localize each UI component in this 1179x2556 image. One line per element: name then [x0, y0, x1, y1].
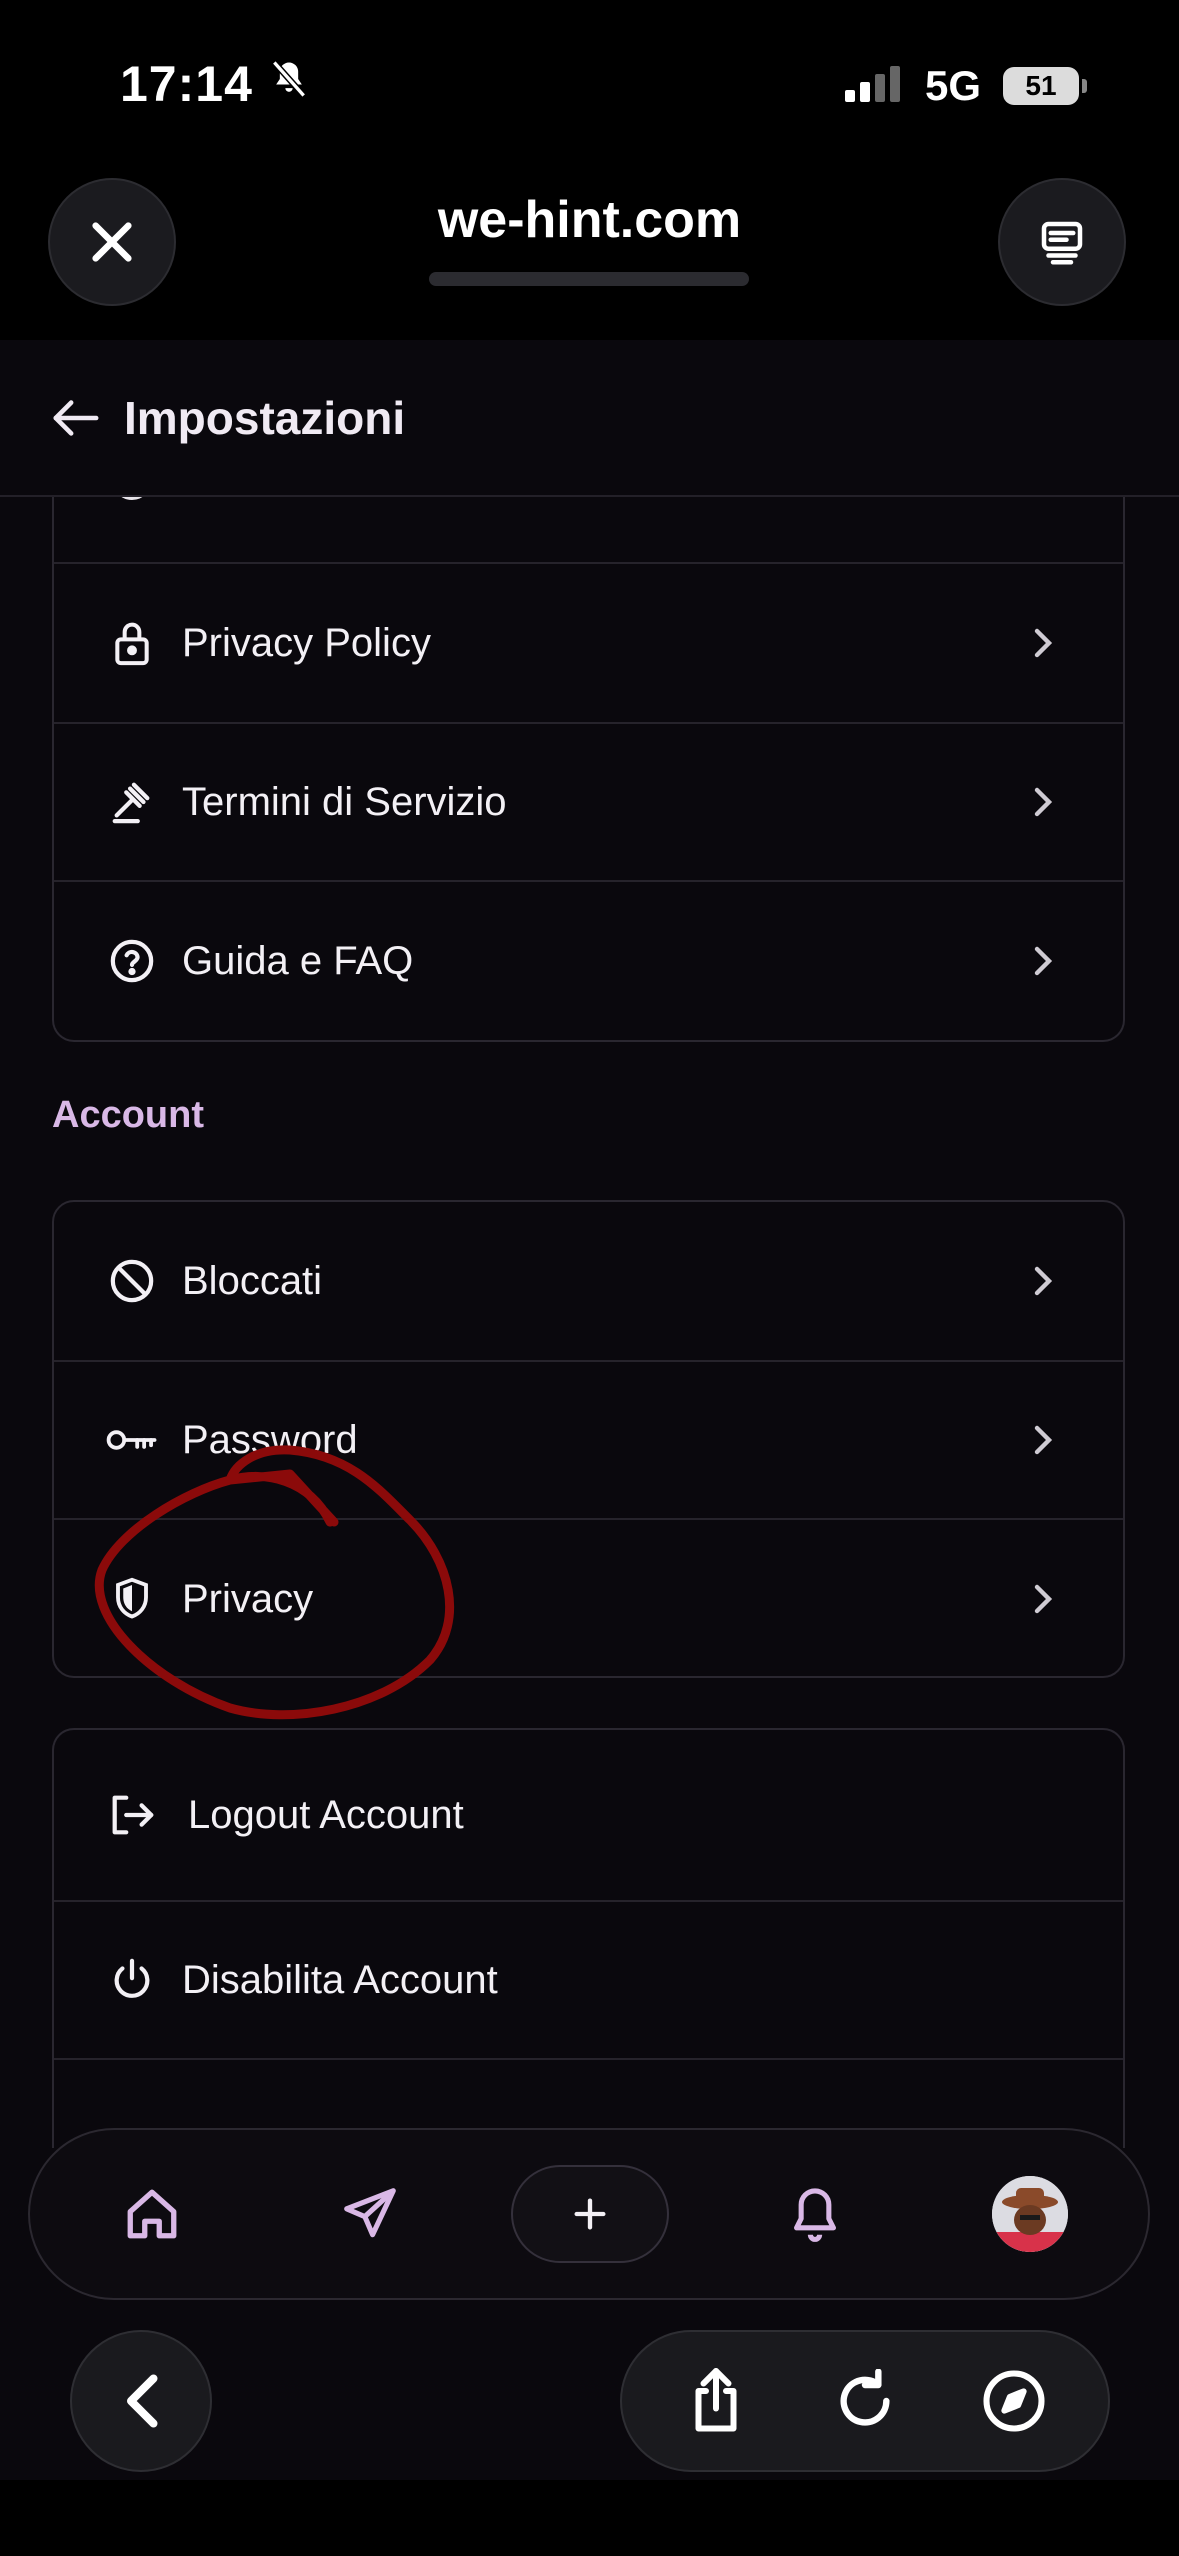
status-time: 17:14 [120, 55, 311, 113]
url-underline [429, 272, 749, 286]
reader-icon [1041, 221, 1083, 265]
settings-item-terms[interactable]: Termini di Servizio [54, 724, 1123, 880]
battery-level: 51 [1025, 70, 1057, 101]
chevron-right-icon [1023, 627, 1063, 659]
danger-card: Logout Account Disabilita Account [52, 1728, 1125, 2150]
lock-icon [104, 615, 160, 671]
chevron-right-icon [1023, 786, 1063, 818]
signal-icon [844, 65, 903, 107]
settings-item-label: Disabilita Account [182, 1957, 498, 2002]
settings-item-label: Bloccati [182, 1258, 323, 1303]
share-icon [695, 2368, 737, 2432]
back-arrow-icon[interactable] [50, 398, 100, 438]
browser-back-button[interactable] [70, 2330, 212, 2472]
settings-item-logout[interactable]: Logout Account [54, 1730, 1123, 1900]
reload-icon [840, 2369, 890, 2426]
power-icon [104, 1952, 160, 2008]
settings-item-label: Guida e FAQ [182, 938, 414, 983]
settings-item-blocked[interactable]: Bloccati [54, 1202, 1123, 1360]
network-label: 5G [924, 62, 981, 109]
help-circle-icon [104, 933, 160, 989]
reader-mode-button[interactable] [998, 178, 1126, 306]
tab-notifications[interactable] [745, 2130, 885, 2298]
block-icon [104, 1253, 160, 1309]
page-title: Impostazioni [124, 391, 406, 444]
gavel-icon [104, 774, 160, 830]
settings-item-privacy-policy[interactable]: Privacy Policy [54, 564, 1123, 722]
status-indicators: 5G 51 [844, 62, 1087, 110]
bottom-tab-bar [28, 2128, 1150, 2300]
settings-item-label: Logout Account [188, 1792, 464, 1837]
chevron-right-icon [1023, 1424, 1063, 1456]
send-icon [344, 2188, 396, 2238]
chevron-left-icon [127, 2374, 158, 2428]
silent-bell-icon [267, 55, 311, 113]
tab-home[interactable] [82, 2130, 222, 2298]
tab-send[interactable] [300, 2130, 440, 2298]
share-button[interactable] [671, 2356, 761, 2446]
logout-icon [104, 1787, 160, 1843]
settings-item-label: Termini di Servizio [182, 779, 507, 824]
annotation-circle [94, 1445, 455, 1720]
avatar [992, 2176, 1068, 2252]
home-icon [127, 2189, 177, 2239]
chevron-right-icon [1023, 1265, 1063, 1297]
section-title-account: Account [52, 1094, 204, 1136]
app-header: Impostazioni [0, 340, 1179, 497]
reload-button[interactable] [820, 2356, 910, 2446]
plus-icon [574, 2198, 606, 2230]
time-text: 17:14 [120, 56, 253, 112]
info-card: Privacy Policy Termini di Servizio Guida… [52, 420, 1125, 1042]
settings-item-label: Privacy Policy [182, 620, 431, 665]
battery-icon: 51 [1003, 67, 1087, 105]
compass-icon [983, 2370, 1045, 2432]
settings-item-disable[interactable]: Disabilita Account [54, 1902, 1123, 2058]
browser-toolbar [620, 2330, 1110, 2472]
tab-create[interactable] [510, 2130, 670, 2298]
settings-item-help[interactable]: Guida e FAQ [54, 882, 1123, 1040]
create-button[interactable] [511, 2165, 669, 2263]
bell-icon [794, 2188, 836, 2242]
tab-profile[interactable] [960, 2130, 1100, 2298]
compass-button[interactable] [969, 2356, 1059, 2446]
chevron-right-icon [1023, 1583, 1063, 1615]
chevron-right-icon [1023, 945, 1063, 977]
